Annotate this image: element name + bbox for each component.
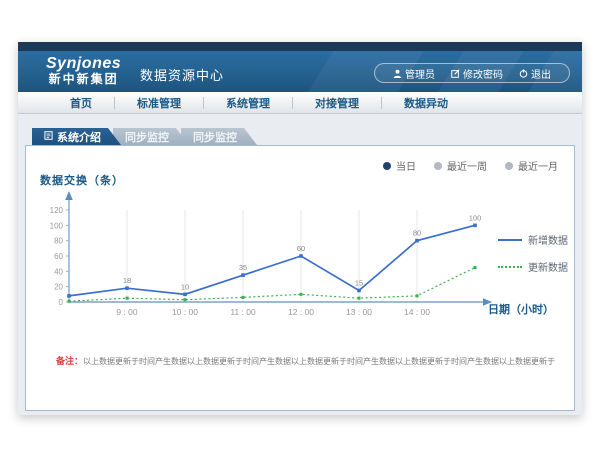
nav-item-home[interactable]: 首页: [48, 95, 114, 111]
logo-company-name: 新中新集团: [46, 73, 121, 86]
svg-text:18: 18: [123, 276, 131, 285]
svg-text:10: 10: [181, 282, 189, 291]
account-toolbar: 管理员 修改密码 退出: [374, 63, 570, 83]
svg-text:120: 120: [50, 206, 64, 215]
logout-label: 退出: [531, 66, 551, 81]
user-icon: [393, 69, 402, 78]
svg-text:14 : 00: 14 : 00: [404, 307, 430, 317]
tab-bar: 系统介绍 同步监控 同步监控: [32, 128, 582, 145]
tab-system-intro[interactable]: 系统介绍: [32, 128, 121, 145]
tab-sync-monitor-1[interactable]: 同步监控: [113, 128, 189, 145]
svg-text:100: 100: [50, 221, 64, 230]
tab-label: 系统介绍: [57, 129, 101, 145]
svg-text:12 : 00: 12 : 00: [288, 307, 314, 317]
edit-icon: [451, 69, 460, 78]
svg-text:35: 35: [239, 263, 247, 272]
tab-label: 同步监控: [125, 129, 169, 145]
svg-text:80: 80: [54, 237, 63, 246]
logo-brand-text: Synjones: [46, 55, 121, 73]
svg-text:60: 60: [297, 244, 305, 253]
solid-line-icon: [498, 239, 522, 241]
main-nav: 首页 标准管理 系统管理 对接管理 数据异动: [18, 92, 582, 114]
chart-panel: 当日 最近一周 最近一月 数据交换（条） 0204060801001209 : …: [25, 145, 575, 411]
header: Synjones 新中新集团 数据资源中心 管理员 修改密码 退出: [18, 51, 582, 92]
tab-sync-monitor-2[interactable]: 同步监控: [181, 128, 257, 145]
svg-text:60: 60: [54, 252, 63, 261]
current-user-label: 管理员: [405, 66, 435, 81]
footnote-label: 备注：: [56, 356, 83, 366]
chart-legend: 新增数据 更新数据: [498, 232, 568, 286]
content-area: 系统介绍 同步监控 同步监控 当日 最近一周: [18, 128, 582, 430]
legend-item-update-data: 更新数据: [498, 259, 568, 274]
document-icon: [44, 131, 53, 143]
change-password-label: 修改密码: [463, 66, 503, 81]
legend-item-new-data: 新增数据: [498, 232, 568, 247]
tab-label: 同步监控: [193, 129, 237, 145]
footnote: 备注：以上数据更新于时间产生数据以上数据更新于时间产生数据以上数据更新于时间产生…: [56, 354, 562, 367]
svg-text:10 : 00: 10 : 00: [172, 307, 198, 317]
app-window: Synjones 新中新集团 数据资源中心 管理员 修改密码 退出: [18, 42, 582, 415]
nav-item-interface-mgmt[interactable]: 对接管理: [293, 95, 381, 111]
power-icon: [519, 69, 528, 78]
svg-text:11 : 00: 11 : 00: [230, 307, 256, 317]
dotted-line-icon: [498, 266, 522, 268]
svg-text:100: 100: [469, 213, 482, 222]
chart-svg: 0 20 40 60 80 100 120 9 : 00 10 : 00 11 : 00 12 : …: [26, 146, 575, 410]
svg-text:20: 20: [54, 283, 63, 292]
svg-text:40: 40: [54, 267, 63, 276]
nav-item-system-mgmt[interactable]: 系统管理: [204, 95, 292, 111]
svg-text:80: 80: [413, 229, 421, 238]
svg-text:15: 15: [355, 278, 363, 287]
svg-text:9 : 00: 9 : 00: [116, 307, 138, 317]
legend-label: 新增数据: [528, 232, 568, 247]
company-logo: Synjones 新中新集团: [46, 55, 121, 86]
change-password-button[interactable]: 修改密码: [443, 66, 511, 81]
nav-item-standard-mgmt[interactable]: 标准管理: [115, 95, 203, 111]
x-axis-title: 日期（小时）: [488, 301, 554, 317]
footnote-text: 以上数据更新于时间产生数据以上数据更新于时间产生数据以上数据更新于时间产生数据以…: [83, 357, 555, 366]
svg-text:13 : 00: 13 : 00: [346, 307, 372, 317]
nav-item-data-change[interactable]: 数据异动: [382, 95, 470, 111]
legend-label: 更新数据: [528, 259, 568, 274]
page-title: 数据资源中心: [140, 65, 224, 84]
svg-text:0: 0: [59, 298, 64, 307]
logout-button[interactable]: 退出: [511, 66, 559, 81]
window-top-strip: [18, 42, 582, 51]
current-user[interactable]: 管理员: [385, 66, 443, 81]
